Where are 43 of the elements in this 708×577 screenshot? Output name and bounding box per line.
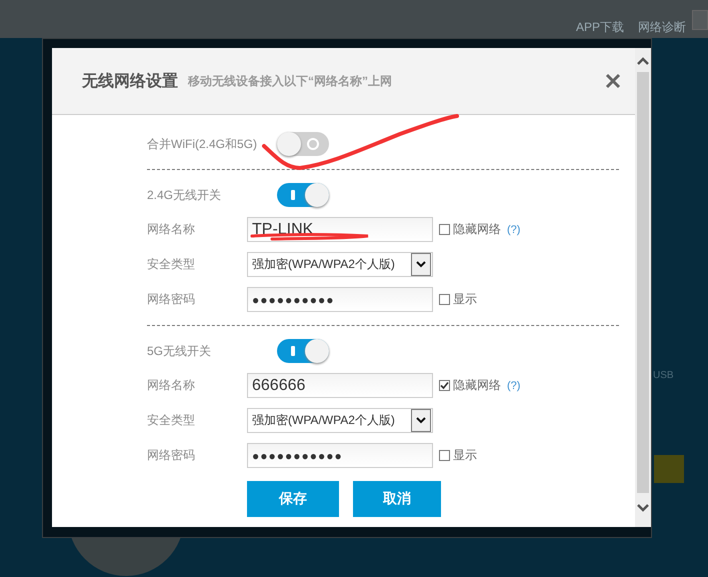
checkbox[interactable]	[439, 224, 450, 235]
password-field[interactable]: ●●●●●●●●●●	[247, 287, 433, 312]
device-shape	[654, 455, 684, 483]
dropdown-button[interactable]	[411, 409, 431, 432]
field-label: 网络名称	[147, 377, 196, 394]
field-label: 网络密码	[147, 291, 196, 308]
password-field[interactable]: ●●●●●●●●●●●	[247, 443, 433, 468]
checkbox-label: 显示	[453, 291, 477, 308]
switch-label: 2.4G无线开关	[147, 186, 222, 204]
scrollbar[interactable]	[635, 48, 651, 527]
band-toggle[interactable]	[277, 339, 329, 363]
network-name-field[interactable]: 666666	[247, 373, 433, 398]
scroll-thumb[interactable]	[637, 72, 650, 493]
band-toggle[interactable]	[277, 183, 329, 207]
security-select[interactable]: 强加密(WPA/WPA2个人版)	[247, 252, 433, 277]
switch-label: 5G无线开关	[147, 342, 212, 360]
checkbox-label: 显示	[453, 447, 477, 464]
chevron-icon	[416, 261, 426, 268]
security-select[interactable]: 强加密(WPA/WPA2个人版)	[247, 408, 433, 433]
checkbox[interactable]	[439, 380, 450, 391]
dropdown-button[interactable]	[411, 253, 431, 276]
field-label: 网络名称	[147, 221, 196, 238]
merge-toggle[interactable]	[277, 132, 329, 156]
field-label: 网络密码	[147, 447, 196, 464]
checkbox[interactable]	[439, 294, 450, 305]
checkbox-label: 隐藏网络	[453, 377, 501, 394]
scroll-up-icon[interactable]	[637, 56, 650, 66]
header-link[interactable]: 网络诊断	[638, 19, 686, 36]
dialog-subtitle: 移动无线设备接入以下“网络名称”上网	[188, 72, 393, 90]
background-panel	[692, 10, 708, 30]
checkbox[interactable]	[439, 450, 450, 461]
header-link[interactable]: APP下载	[576, 19, 624, 36]
field-label: 安全类型	[147, 256, 196, 273]
usb-label: USB	[653, 370, 674, 381]
merge-label: 合并WiFi(2.4G和5G)	[147, 136, 258, 152]
field-label: 安全类型	[147, 412, 196, 429]
dialog-title: 无线网络设置	[82, 72, 178, 92]
select-value: 强加密(WPA/WPA2个人版)	[252, 412, 395, 429]
select-value: 强加密(WPA/WPA2个人版)	[252, 256, 395, 273]
checkbox-label: 隐藏网络	[453, 221, 501, 238]
scroll-down-icon[interactable]	[637, 503, 650, 513]
close-icon[interactable]	[605, 73, 622, 89]
chevron-icon	[416, 417, 426, 424]
